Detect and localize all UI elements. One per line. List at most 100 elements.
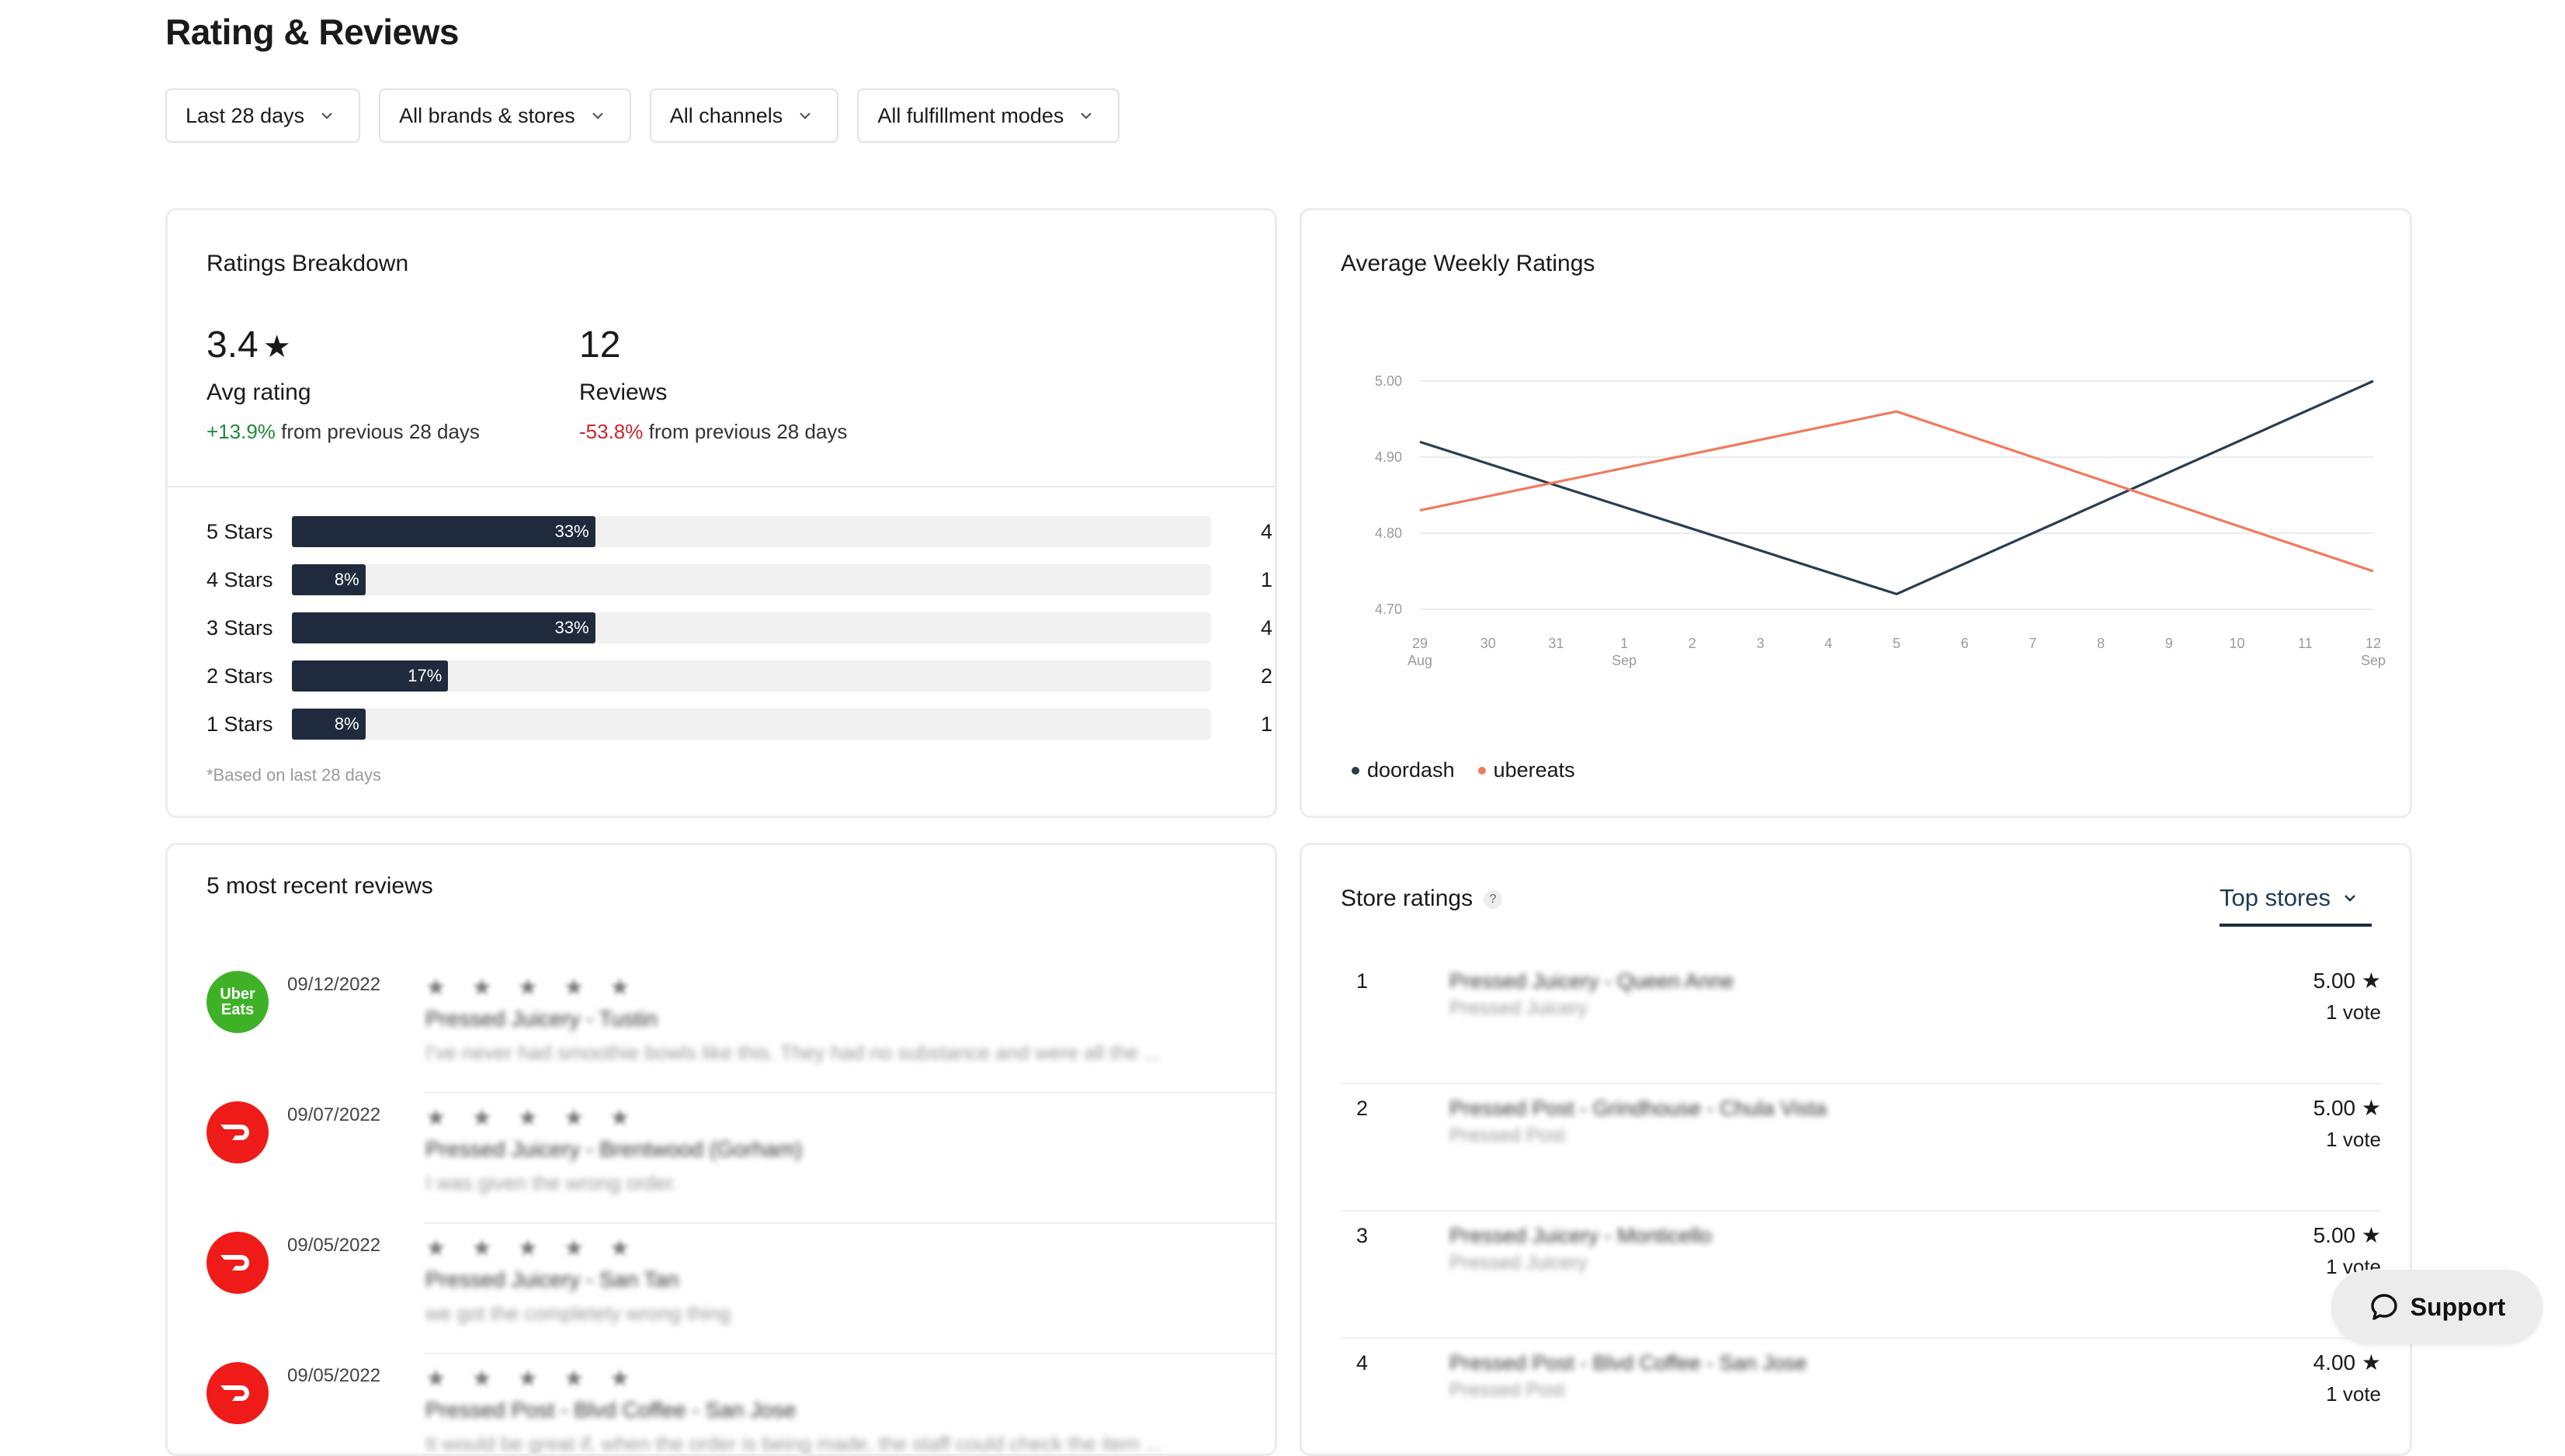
review-store: Pressed Post - Blvd Coffee - San Jose (425, 1398, 797, 1422)
store-rank: 4 (1356, 1351, 1369, 1375)
star-icon: ★ (2361, 969, 2381, 993)
chevron-down-icon (800, 113, 811, 120)
star-row: 1 Stars 8% 1 (207, 707, 1273, 741)
y-tick-label: 4.90 (1375, 449, 1402, 465)
store-brand: Pressed Juicery (1449, 997, 1588, 1019)
review-text: It would be great if, when the order is … (425, 1432, 1163, 1455)
footnote: *Based on last 28 days (207, 765, 382, 785)
store-row[interactable]: 1 Pressed Juicery - Queen Anne Pressed J… (1341, 957, 2381, 1084)
chat-bubble-icon (2370, 1294, 2397, 1320)
store-name: Pressed Juicery - Monticello (1449, 1224, 1712, 1247)
channels-filter[interactable]: All channels (649, 88, 839, 143)
review-stars: ★ ★ ★ ★ ★ (425, 1236, 640, 1261)
review-item[interactable]: Uber Eats 09/12/2022 ★ ★ ★ ★ ★ Pressed Ju… (207, 963, 1275, 1094)
reviews-count-value: 12 (579, 324, 621, 366)
star-icon: ★ (2361, 1096, 2381, 1120)
bar-track: 33% (292, 612, 1211, 643)
x-tick-month: Sep (2361, 653, 2386, 668)
date-range-filter[interactable]: Last 28 days (165, 88, 361, 143)
legend-label-ubereats[interactable]: ubereats (1494, 758, 1575, 782)
star-row-count: 4 (1261, 519, 1273, 543)
doordash-icon (220, 1385, 249, 1401)
review-text: I was given the wrong order. (425, 1171, 679, 1194)
star-row-label: 1 Stars (207, 712, 273, 736)
review-item[interactable]: 09/07/2022 ★ ★ ★ ★ ★ Pressed Juicery - B… (207, 1094, 1275, 1224)
chevron-down-icon (2345, 895, 2355, 902)
x-tick-label: 7 (2029, 636, 2036, 651)
store-rating: 4.00 ★ (2313, 1350, 2381, 1375)
store-rating: 5.00 ★ (2313, 969, 2381, 993)
weekly-ratings-chart: 5.00 4.90 4.80 4.70 29 Aug 30 31 1 Sep 2 3 4 5 6 7 8 9 10 1… (1375, 373, 2386, 668)
star-icon: ★ (2361, 1350, 2381, 1375)
store-brand: Pressed Post (1449, 1125, 1565, 1146)
review-text: I've never had smoothie bowls like this.… (425, 1041, 1161, 1064)
store-rank: 3 (1356, 1224, 1369, 1247)
star-row: 4 Stars 8% 1 (207, 563, 1273, 597)
star-row-count: 1 (1261, 567, 1273, 591)
bar-track: 17% (292, 660, 1211, 692)
sort-label: Top stores (2220, 884, 2331, 911)
x-tick-label: 29 (1412, 636, 1428, 651)
x-tick-month: Sep (1612, 653, 1637, 668)
review-stars: ★ ★ ★ ★ ★ (425, 1105, 640, 1131)
store-row[interactable]: 4 Pressed Post - Blvd Coffee - San Jose … (1341, 1339, 2381, 1454)
review-stars: ★ ★ ★ ★ ★ (425, 1366, 640, 1392)
store-rating: 5.00 ★ (2313, 1096, 2381, 1120)
avg-rating-change: +13.9% from previous 28 days (207, 420, 480, 443)
x-tick-label: 6 (1961, 636, 1969, 651)
bar-track: 8% (292, 709, 1211, 740)
store-votes: 1 vote (2326, 1382, 2381, 1406)
review-item[interactable]: 09/05/2022 ★ ★ ★ ★ ★ Pressed Juicery - S… (207, 1224, 1275, 1354)
bar-track: 33% (292, 516, 1211, 547)
bar-track: 8% (292, 564, 1211, 595)
x-tick-label: 2 (1689, 636, 1696, 651)
x-tick-label: 8 (2097, 636, 2105, 651)
divider (168, 486, 1275, 487)
support-button[interactable]: Support (2331, 1270, 2542, 1344)
card-title: 5 most recent reviews (207, 873, 433, 899)
filter-label: All channels (669, 103, 783, 127)
doordash-logo (207, 1232, 269, 1294)
top-stores-dropdown[interactable]: Top stores (2220, 884, 2358, 912)
star-row: 5 Stars 33% 4 (207, 515, 1273, 549)
store-brand: Pressed Post (1449, 1379, 1565, 1401)
chevron-down-icon (592, 113, 603, 120)
star-row-label: 5 Stars (207, 519, 273, 543)
store-row[interactable]: 2 Pressed Post - Grindhouse - Chula Vist… (1341, 1084, 2381, 1212)
x-tick-label: 10 (2230, 636, 2245, 651)
store-name: Pressed Post - Grindhouse - Chula Vista (1449, 1097, 1827, 1120)
avg-rating-value: 3.4 ★ (207, 324, 291, 366)
x-tick-label: 5 (1893, 636, 1900, 651)
star-row-count: 1 (1261, 712, 1273, 736)
review-store: Pressed Juicery - Brentwood (Gorham) (425, 1137, 803, 1161)
help-icon[interactable]: ? (1484, 890, 1503, 910)
review-date: 09/05/2022 (287, 1235, 381, 1256)
recent-reviews-card: 5 most recent reviews Uber Eats 09/12/202… (165, 843, 1277, 1456)
review-item[interactable]: 09/05/2022 ★ ★ ★ ★ ★ Pressed Post - Blvd… (207, 1354, 1275, 1455)
dropdown-underline (2220, 924, 2372, 927)
star-icon: ★ (2361, 1223, 2381, 1247)
chevron-down-icon (1081, 113, 1092, 120)
doordash-logo (207, 1101, 269, 1163)
filter-label: Last 28 days (186, 103, 305, 127)
store-rank: 2 (1356, 1097, 1369, 1120)
x-tick-label: 31 (1548, 636, 1564, 651)
filter-label: All brands & stores (399, 103, 575, 127)
ubereats-legend-dot (1477, 766, 1486, 775)
brands-stores-filter[interactable]: All brands & stores (379, 88, 631, 143)
legend-label-doordash[interactable]: doordash (1367, 758, 1455, 782)
store-row[interactable]: 3 Pressed Juicery - Monticello Pressed J… (1341, 1212, 2381, 1339)
star-row-count: 2 (1261, 664, 1273, 688)
bar-percent: 8% (334, 570, 359, 589)
x-tick-label: 1 (1620, 636, 1628, 651)
filter-label: All fulfillment modes (877, 103, 1064, 127)
review-store: Pressed Juicery - Tustin (425, 1007, 658, 1031)
y-tick-label: 4.70 (1375, 601, 1402, 617)
bar-percent: 33% (554, 522, 589, 541)
doordash-icon (220, 1125, 249, 1140)
doordash-icon (220, 1255, 249, 1271)
weekly-ratings-card: Average Weekly Ratings 5.00 4.90 4.80 4.70 2… (1300, 208, 2412, 818)
fulfillment-modes-filter[interactable]: All fulfillment modes (857, 88, 1120, 143)
ratings-breakdown-card: Ratings Breakdown 3.4 ★ Avg rating +13.9%… (165, 208, 1277, 818)
y-tick-label: 4.80 (1375, 525, 1402, 541)
